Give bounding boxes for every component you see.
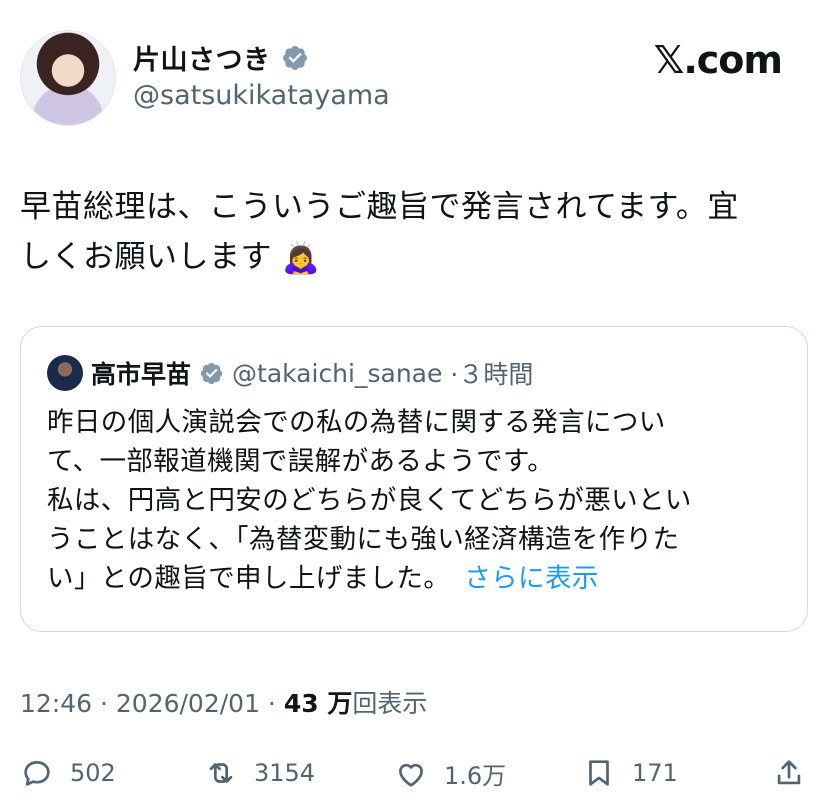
share-icon xyxy=(777,760,801,785)
view-count: 43 万 xyxy=(283,689,353,718)
retweet-count: 3154 xyxy=(254,759,316,787)
quoted-author-avatar xyxy=(47,355,83,391)
verified-badge-icon xyxy=(282,45,307,70)
quoted-author-name: 高市早苗 xyxy=(91,360,192,389)
bookmark-count: 171 xyxy=(632,759,678,787)
bowing-emoji-icon: 🙇‍♀️ xyxy=(282,240,321,276)
quoted-text: 昨日の個人演説会での私の為替に関する発言につい て、一部報道機関で誤解があるよう… xyxy=(47,403,787,598)
retweet-button[interactable]: 3154 xyxy=(204,756,315,790)
reply-button[interactable]: 502 xyxy=(20,756,116,790)
action-bar: 502 3154 1.6万 171 xyxy=(20,756,808,792)
author-handle[interactable]: @satsukikatayama xyxy=(133,80,390,111)
bookmark-button[interactable]: 171 xyxy=(582,756,678,790)
x-logo: 𝕏.com xyxy=(653,38,783,82)
verified-badge-icon xyxy=(200,362,223,384)
quoted-line: い」との趣旨で申し上げました。 xyxy=(47,563,451,594)
tweet-timestamp[interactable]: 12:46 · 2026/02/01 · xyxy=(20,689,284,718)
view-count-label: 回表示 xyxy=(352,689,428,718)
retweet-icon xyxy=(209,763,233,783)
tweet-line-2: しくお願いします xyxy=(20,239,272,275)
quoted-tweet-card[interactable]: 高市早苗 @takaichi_sanae ·３時間 昨日の個人演説会での私の為替… xyxy=(20,326,808,632)
tweet-meta: 12:46 · 2026/02/01 · 43 万回表示 xyxy=(20,684,427,720)
share-button[interactable] xyxy=(772,756,806,790)
like-button[interactable]: 1.6万 xyxy=(394,756,506,791)
author-avatar[interactable] xyxy=(20,30,116,126)
quoted-line: うことはなく、「為替変動にも強い経済構造を作りた xyxy=(47,524,680,555)
quoted-timestamp: ·３時間 xyxy=(450,360,534,389)
quoted-line: 昨日の個人演説会での私の為替に関する発言につい xyxy=(47,407,666,438)
tweet-text: 早苗総理は、こういうご趣旨で発言されてます。宜 しくお願いします 🙇‍♀️ xyxy=(20,182,810,284)
quoted-author-handle: @takaichi_sanae xyxy=(232,358,443,388)
author-name[interactable]: 片山さつき xyxy=(133,38,271,77)
heart-icon xyxy=(399,763,423,787)
show-more-link[interactable]: さらに表示 xyxy=(464,563,599,594)
bookmark-icon xyxy=(589,760,609,786)
reply-count: 502 xyxy=(70,759,116,787)
quoted-line: て、一部報道機関で誤解があるようです。 xyxy=(47,446,555,477)
like-count: 1.6万 xyxy=(444,762,507,790)
reply-icon xyxy=(24,761,50,786)
quoted-line: 私は、円高と円安のどちらが良くてどちらが悪いとい xyxy=(47,485,692,516)
tweet-line-1: 早苗総理は、こういうご趣旨で発言されてます。宜 xyxy=(20,189,739,225)
